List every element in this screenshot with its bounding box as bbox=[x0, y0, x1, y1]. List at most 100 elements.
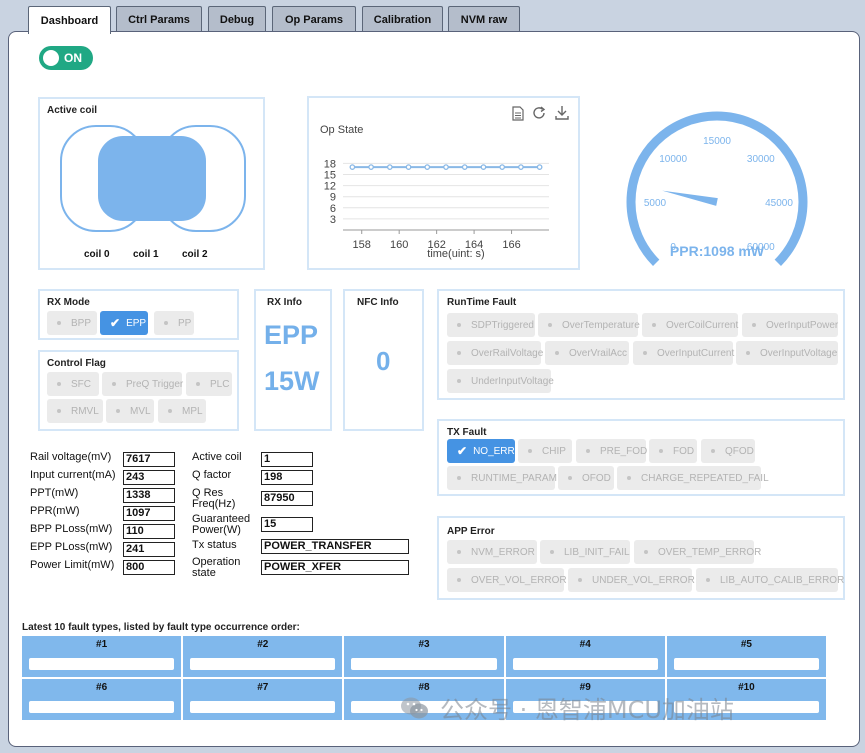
bpp-ploss-field[interactable]: 110 bbox=[123, 524, 175, 539]
tx-fault-fod[interactable]: FOD bbox=[649, 439, 697, 463]
app-error-box: APP Error NVM_ERROR LIB_INIT_FAIL OVER_T… bbox=[437, 516, 845, 600]
gauge-tick-label: 10000 bbox=[659, 154, 687, 165]
coil-1-active bbox=[98, 136, 206, 221]
flag-mvl[interactable]: MVL bbox=[106, 399, 154, 423]
tx-fault-ofod[interactable]: OFOD bbox=[558, 466, 614, 490]
y-tick-label: 15 bbox=[324, 170, 336, 182]
op-state-box: Op State 3 6 9 12 15 18 158 160 162 164 166 time(ui… bbox=[307, 96, 580, 270]
fault-slot-value[interactable] bbox=[190, 701, 336, 713]
param-label: Active coil bbox=[192, 451, 242, 463]
tx-fault-charge-repeated-fail[interactable]: CHARGE_REPEATED_FAIL bbox=[617, 466, 769, 490]
data-point bbox=[386, 164, 393, 170]
fault-over-input-voltage[interactable]: OverInputVoltage bbox=[736, 341, 838, 365]
active-coil-field[interactable]: 1 bbox=[261, 452, 313, 467]
nfc-info-value: 0 bbox=[376, 346, 391, 376]
coil-0-label: coil 0 bbox=[84, 249, 110, 260]
tab-nvm-raw[interactable]: NVM raw bbox=[448, 6, 520, 32]
fault-slot-value[interactable] bbox=[29, 658, 175, 670]
rx-mode-bpp[interactable]: BPP bbox=[47, 311, 97, 335]
fault-slot-value[interactable] bbox=[673, 658, 820, 670]
param-label: Tx status bbox=[192, 539, 237, 551]
q-res-freq-field[interactable]: 87950 bbox=[261, 491, 313, 506]
tab-debug[interactable]: Debug bbox=[208, 6, 266, 32]
runtime-fault-box: RunTime Fault SDPTriggered OverTemperatu… bbox=[437, 289, 845, 400]
tab-dashboard[interactable]: Dashboard bbox=[28, 6, 111, 34]
app-error-over-temp[interactable]: OVER_TEMP_ERROR bbox=[634, 540, 761, 564]
fault-sdp-triggered[interactable]: SDPTriggered bbox=[447, 313, 535, 337]
flag-rmvl[interactable]: RMVL bbox=[47, 399, 103, 423]
param-label: PPR(mW) bbox=[30, 505, 80, 517]
rail-voltage-field[interactable]: 7617 bbox=[123, 452, 175, 467]
data-point bbox=[405, 164, 412, 170]
rx-info-box: RX Info EPP 15W bbox=[254, 289, 332, 431]
app-error-lib-init-fail[interactable]: LIB_INIT_FAIL bbox=[540, 540, 630, 564]
rx-mode-epp[interactable]: ✔ EPP bbox=[100, 311, 148, 335]
gauge-tick-label: 30000 bbox=[747, 154, 775, 165]
rx-mode-title: RX Mode bbox=[47, 297, 90, 308]
power-toggle[interactable]: ON bbox=[39, 46, 93, 70]
q-factor-field[interactable]: 198 bbox=[261, 470, 313, 485]
data-point bbox=[368, 164, 374, 170]
toggle-label: ON bbox=[64, 51, 82, 65]
tx-status-field[interactable]: POWER_TRANSFER bbox=[261, 539, 409, 554]
power-limit-field[interactable]: 800 bbox=[123, 560, 175, 575]
param-label: Q factor bbox=[192, 469, 232, 481]
app-error-nvm[interactable]: NVM_ERROR bbox=[447, 540, 537, 564]
data-point bbox=[518, 164, 524, 170]
data-point bbox=[461, 164, 468, 170]
flag-mpl[interactable]: MPL bbox=[158, 399, 206, 423]
x-tick-label: 158 bbox=[353, 239, 371, 251]
app-error-lib-auto-calib[interactable]: LIB_AUTO_CALIB_ERROR bbox=[696, 568, 844, 592]
toggle-knob bbox=[43, 50, 59, 66]
guaranteed-power-field[interactable]: 15 bbox=[261, 517, 313, 532]
fault-under-input-voltage[interactable]: UnderInputVoltage bbox=[447, 369, 554, 393]
flag-sfc[interactable]: SFC bbox=[47, 372, 99, 396]
input-current-field[interactable]: 243 bbox=[123, 470, 175, 485]
rx-info-power: 15W bbox=[264, 366, 320, 396]
rx-mode-pp[interactable]: PP bbox=[154, 311, 194, 335]
tx-fault-no-err[interactable]: ✔ NO_ERR bbox=[447, 439, 515, 463]
fault-slot-value[interactable] bbox=[351, 658, 497, 670]
ppt-field[interactable]: 1338 bbox=[123, 488, 175, 503]
ppr-field[interactable]: 1097 bbox=[123, 506, 175, 521]
flag-plc[interactable]: PLC bbox=[186, 372, 232, 396]
tx-fault-chip[interactable]: CHIP bbox=[518, 439, 572, 463]
param-label: PPT(mW) bbox=[30, 487, 79, 499]
gauge-readout: PPR:1098 mW bbox=[670, 243, 765, 259]
operation-state-field[interactable]: POWER_XFER bbox=[261, 560, 409, 575]
gauge-needle bbox=[662, 190, 718, 206]
control-flag-title: Control Flag bbox=[47, 358, 106, 369]
fault-slot-3: #3 bbox=[343, 635, 505, 678]
data-point bbox=[349, 164, 356, 170]
gauge-tick-label: 45000 bbox=[765, 198, 793, 209]
y-tick-label: 18 bbox=[324, 158, 336, 170]
fault-slot-5: #5 bbox=[665, 635, 828, 678]
fault-over-temperature[interactable]: OverTemperature bbox=[538, 313, 640, 337]
fault-slot-value[interactable] bbox=[29, 701, 175, 713]
param-label: Guaranteed Power(W) bbox=[192, 513, 251, 536]
op-state-chart: 369121518158 160 162 164 166time(uint: s) bbox=[324, 158, 549, 260]
tab-ctrl-params[interactable]: Ctrl Params bbox=[116, 6, 202, 32]
app-error-under-vol[interactable]: UNDER_VOL_ERROR bbox=[568, 568, 695, 592]
fault-slot-value[interactable] bbox=[190, 658, 336, 670]
tx-fault-runtime-param[interactable]: RUNTIME_PARAM bbox=[447, 466, 557, 490]
tab-op-params[interactable]: Op Params bbox=[272, 6, 356, 32]
fault-slot-7: #7 bbox=[182, 678, 344, 721]
tx-fault-qfod[interactable]: QFOD bbox=[701, 439, 755, 463]
fault-slot-value[interactable] bbox=[512, 658, 658, 670]
fault-over-rail-voltage[interactable]: OverRailVoltage bbox=[447, 341, 543, 365]
app-error-over-vol[interactable]: OVER_VOL_ERROR bbox=[447, 568, 567, 592]
fault-over-coil-current[interactable]: OverCoilCurrent bbox=[642, 313, 738, 337]
tx-fault-pre-fod[interactable]: PRE_FOD bbox=[576, 439, 647, 463]
flag-preq-trigger[interactable]: PreQ Trigger bbox=[102, 372, 183, 396]
tab-calibration[interactable]: Calibration bbox=[362, 6, 443, 32]
fault-over-vrail-acc[interactable]: OverVrailAcc bbox=[545, 341, 629, 365]
param-label: BPP PLoss(mW) bbox=[30, 523, 113, 535]
x-tick-label: 160 bbox=[390, 239, 408, 251]
fault-over-input-power[interactable]: OverInputPower bbox=[742, 313, 838, 337]
fault-over-input-current[interactable]: OverInputCurrent bbox=[633, 341, 734, 365]
y-tick-label: 9 bbox=[330, 192, 336, 204]
epp-ploss-field[interactable]: 241 bbox=[123, 542, 175, 557]
watermark: 公众号 · 恩智浦MCU加油站 bbox=[400, 690, 734, 725]
tx-fault-box: TX Fault ✔ NO_ERR CHIP PRE_FOD FOD QFOD R… bbox=[437, 419, 845, 496]
